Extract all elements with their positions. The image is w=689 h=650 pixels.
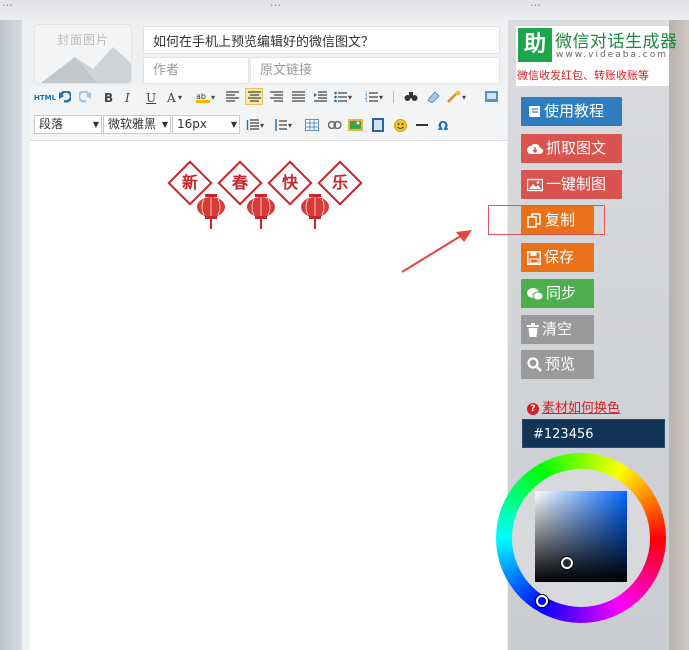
left-gutter xyxy=(0,20,22,650)
insert-media-icon[interactable] xyxy=(372,118,384,132)
chevron-down-icon: ▼ xyxy=(92,120,99,129)
sync-button-label: 同步 xyxy=(546,284,577,302)
recolor-help-link[interactable]: ? 素材如何换色 xyxy=(527,397,620,416)
underline-button[interactable]: U xyxy=(146,89,156,107)
link-icon[interactable] xyxy=(328,121,342,129)
image-icon xyxy=(526,178,544,192)
font-size-select[interactable]: 16px ▼ xyxy=(172,115,240,134)
format-painter-dropdown-icon[interactable]: ▾ xyxy=(462,89,466,107)
logo-banner[interactable]: 助 微信对话生成器 www.videaba.com 微信收发红包、转账收账等 xyxy=(516,26,677,86)
html-source-button[interactable]: HTML xyxy=(34,89,56,107)
fullscreen-icon[interactable] xyxy=(485,90,498,103)
save-button[interactable]: 保存 xyxy=(521,243,594,272)
search-icon xyxy=(527,357,542,372)
toolbar-separator xyxy=(393,91,394,103)
preview-button[interactable]: 预览 xyxy=(521,350,594,379)
one-click-image-button[interactable]: 一键制图 xyxy=(521,170,622,199)
logo-title: 微信对话生成器 xyxy=(555,32,678,52)
redo-icon[interactable] xyxy=(79,91,91,103)
numbered-list-icon[interactable]: 123 xyxy=(365,91,378,102)
font-color-dropdown-icon[interactable]: ▾ xyxy=(178,89,182,107)
top-strip-fragment: … xyxy=(530,0,541,9)
font-size-value: 16px xyxy=(177,117,207,131)
line-height-icon[interactable] xyxy=(246,119,259,131)
document-canvas[interactable]: 新 春 快 乐 xyxy=(30,141,507,650)
clear-button[interactable]: 清空 xyxy=(521,315,594,344)
find-replace-icon[interactable] xyxy=(404,90,418,103)
emoji-icon[interactable] xyxy=(394,119,407,132)
paragraph-spacing-icon[interactable] xyxy=(274,119,287,131)
font-color-button[interactable]: A xyxy=(167,89,176,107)
italic-button[interactable]: I xyxy=(125,89,130,107)
indent-icon[interactable] xyxy=(314,91,327,102)
highlight-color-icon[interactable]: ab xyxy=(196,90,210,103)
bulleted-list-dropdown-icon[interactable]: ▾ xyxy=(348,89,352,107)
original-link-input[interactable] xyxy=(250,57,500,84)
cover-image-upload[interactable]: 封面图片 xyxy=(34,24,132,84)
book-icon xyxy=(529,106,540,117)
fetch-article-button-label: 抓取图文 xyxy=(546,139,607,157)
mountain-image-icon xyxy=(41,47,131,83)
trash-icon xyxy=(527,323,539,337)
recolor-help-text: 素材如何换色 xyxy=(542,401,621,416)
font-family-select[interactable]: 微软雅黑 ▼ xyxy=(103,115,171,134)
pointer-arrow xyxy=(401,230,472,273)
format-painter-icon[interactable] xyxy=(447,90,461,103)
editor-toolbar: HTML B I U A ▾ ab ▾ ▾ 123 ▾ ▾ 段落 ▼ 微软雅黑 ▼ … xyxy=(30,86,507,141)
lantern-icon xyxy=(247,194,275,229)
preview-button-label: 预览 xyxy=(545,355,576,373)
svg-text:3: 3 xyxy=(365,99,368,102)
line-height-dropdown-icon[interactable]: ▾ xyxy=(260,117,264,135)
special-characters-button[interactable]: Ω xyxy=(438,117,448,135)
top-strip-fragment: … xyxy=(2,0,13,9)
wechat-icon xyxy=(527,288,544,301)
article-title-input[interactable] xyxy=(143,26,500,54)
table-icon[interactable] xyxy=(305,119,319,131)
logo-mark: 助 xyxy=(518,28,552,62)
logo-slogan: 微信收发红包、转账收账等 xyxy=(517,69,649,82)
eraser-icon[interactable] xyxy=(426,90,440,103)
top-strip: … … … xyxy=(0,0,689,20)
logo-url: www.videaba.com xyxy=(556,50,669,60)
font-family-value: 微软雅黑 xyxy=(108,117,157,131)
insert-image-icon[interactable] xyxy=(348,118,363,132)
align-center-icon xyxy=(248,91,261,102)
right-edge-background xyxy=(669,20,689,650)
fetch-article-button[interactable]: 抓取图文 xyxy=(521,134,622,163)
tutorial-button[interactable]: 使用教程 xyxy=(521,97,622,126)
svg-text:ab: ab xyxy=(196,92,206,101)
one-click-image-button-label: 一键制图 xyxy=(546,175,607,193)
author-input[interactable] xyxy=(143,57,249,84)
lantern-icon xyxy=(301,194,329,229)
undo-icon[interactable] xyxy=(59,91,71,103)
sync-button[interactable]: 同步 xyxy=(521,279,594,308)
hue-marker[interactable] xyxy=(536,595,548,607)
tutorial-button-label: 使用教程 xyxy=(544,102,605,120)
numbered-list-dropdown-icon[interactable]: ▾ xyxy=(379,89,383,107)
saturation-marker[interactable] xyxy=(561,557,573,569)
color-hex-input[interactable]: #123456 xyxy=(522,419,665,448)
paragraph-spacing-dropdown-icon[interactable]: ▾ xyxy=(288,117,292,135)
cloud-download-icon xyxy=(527,143,543,154)
paragraph-format-select[interactable]: 段落 ▼ xyxy=(34,115,102,134)
align-right-icon[interactable] xyxy=(270,91,283,102)
align-justify-icon[interactable] xyxy=(292,91,305,102)
horizontal-rule-icon[interactable] xyxy=(416,124,428,127)
paragraph-format-value: 段落 xyxy=(39,117,64,131)
copy-button-highlight-box xyxy=(488,205,605,235)
top-strip-fragment: … xyxy=(270,0,281,9)
save-icon xyxy=(527,251,541,265)
lantern-icon xyxy=(197,194,225,229)
chevron-down-icon: ▼ xyxy=(161,120,168,129)
align-left-icon[interactable] xyxy=(226,91,239,102)
bold-button[interactable]: B xyxy=(104,89,113,107)
saturation-value-picker[interactable] xyxy=(535,491,627,582)
question-icon: ? xyxy=(527,403,539,415)
highlight-dropdown-icon[interactable]: ▾ xyxy=(211,89,215,107)
save-button-label: 保存 xyxy=(544,248,575,266)
chevron-down-icon: ▼ xyxy=(230,120,237,129)
clear-button-label: 清空 xyxy=(542,320,573,338)
bulleted-list-icon[interactable] xyxy=(334,91,347,102)
